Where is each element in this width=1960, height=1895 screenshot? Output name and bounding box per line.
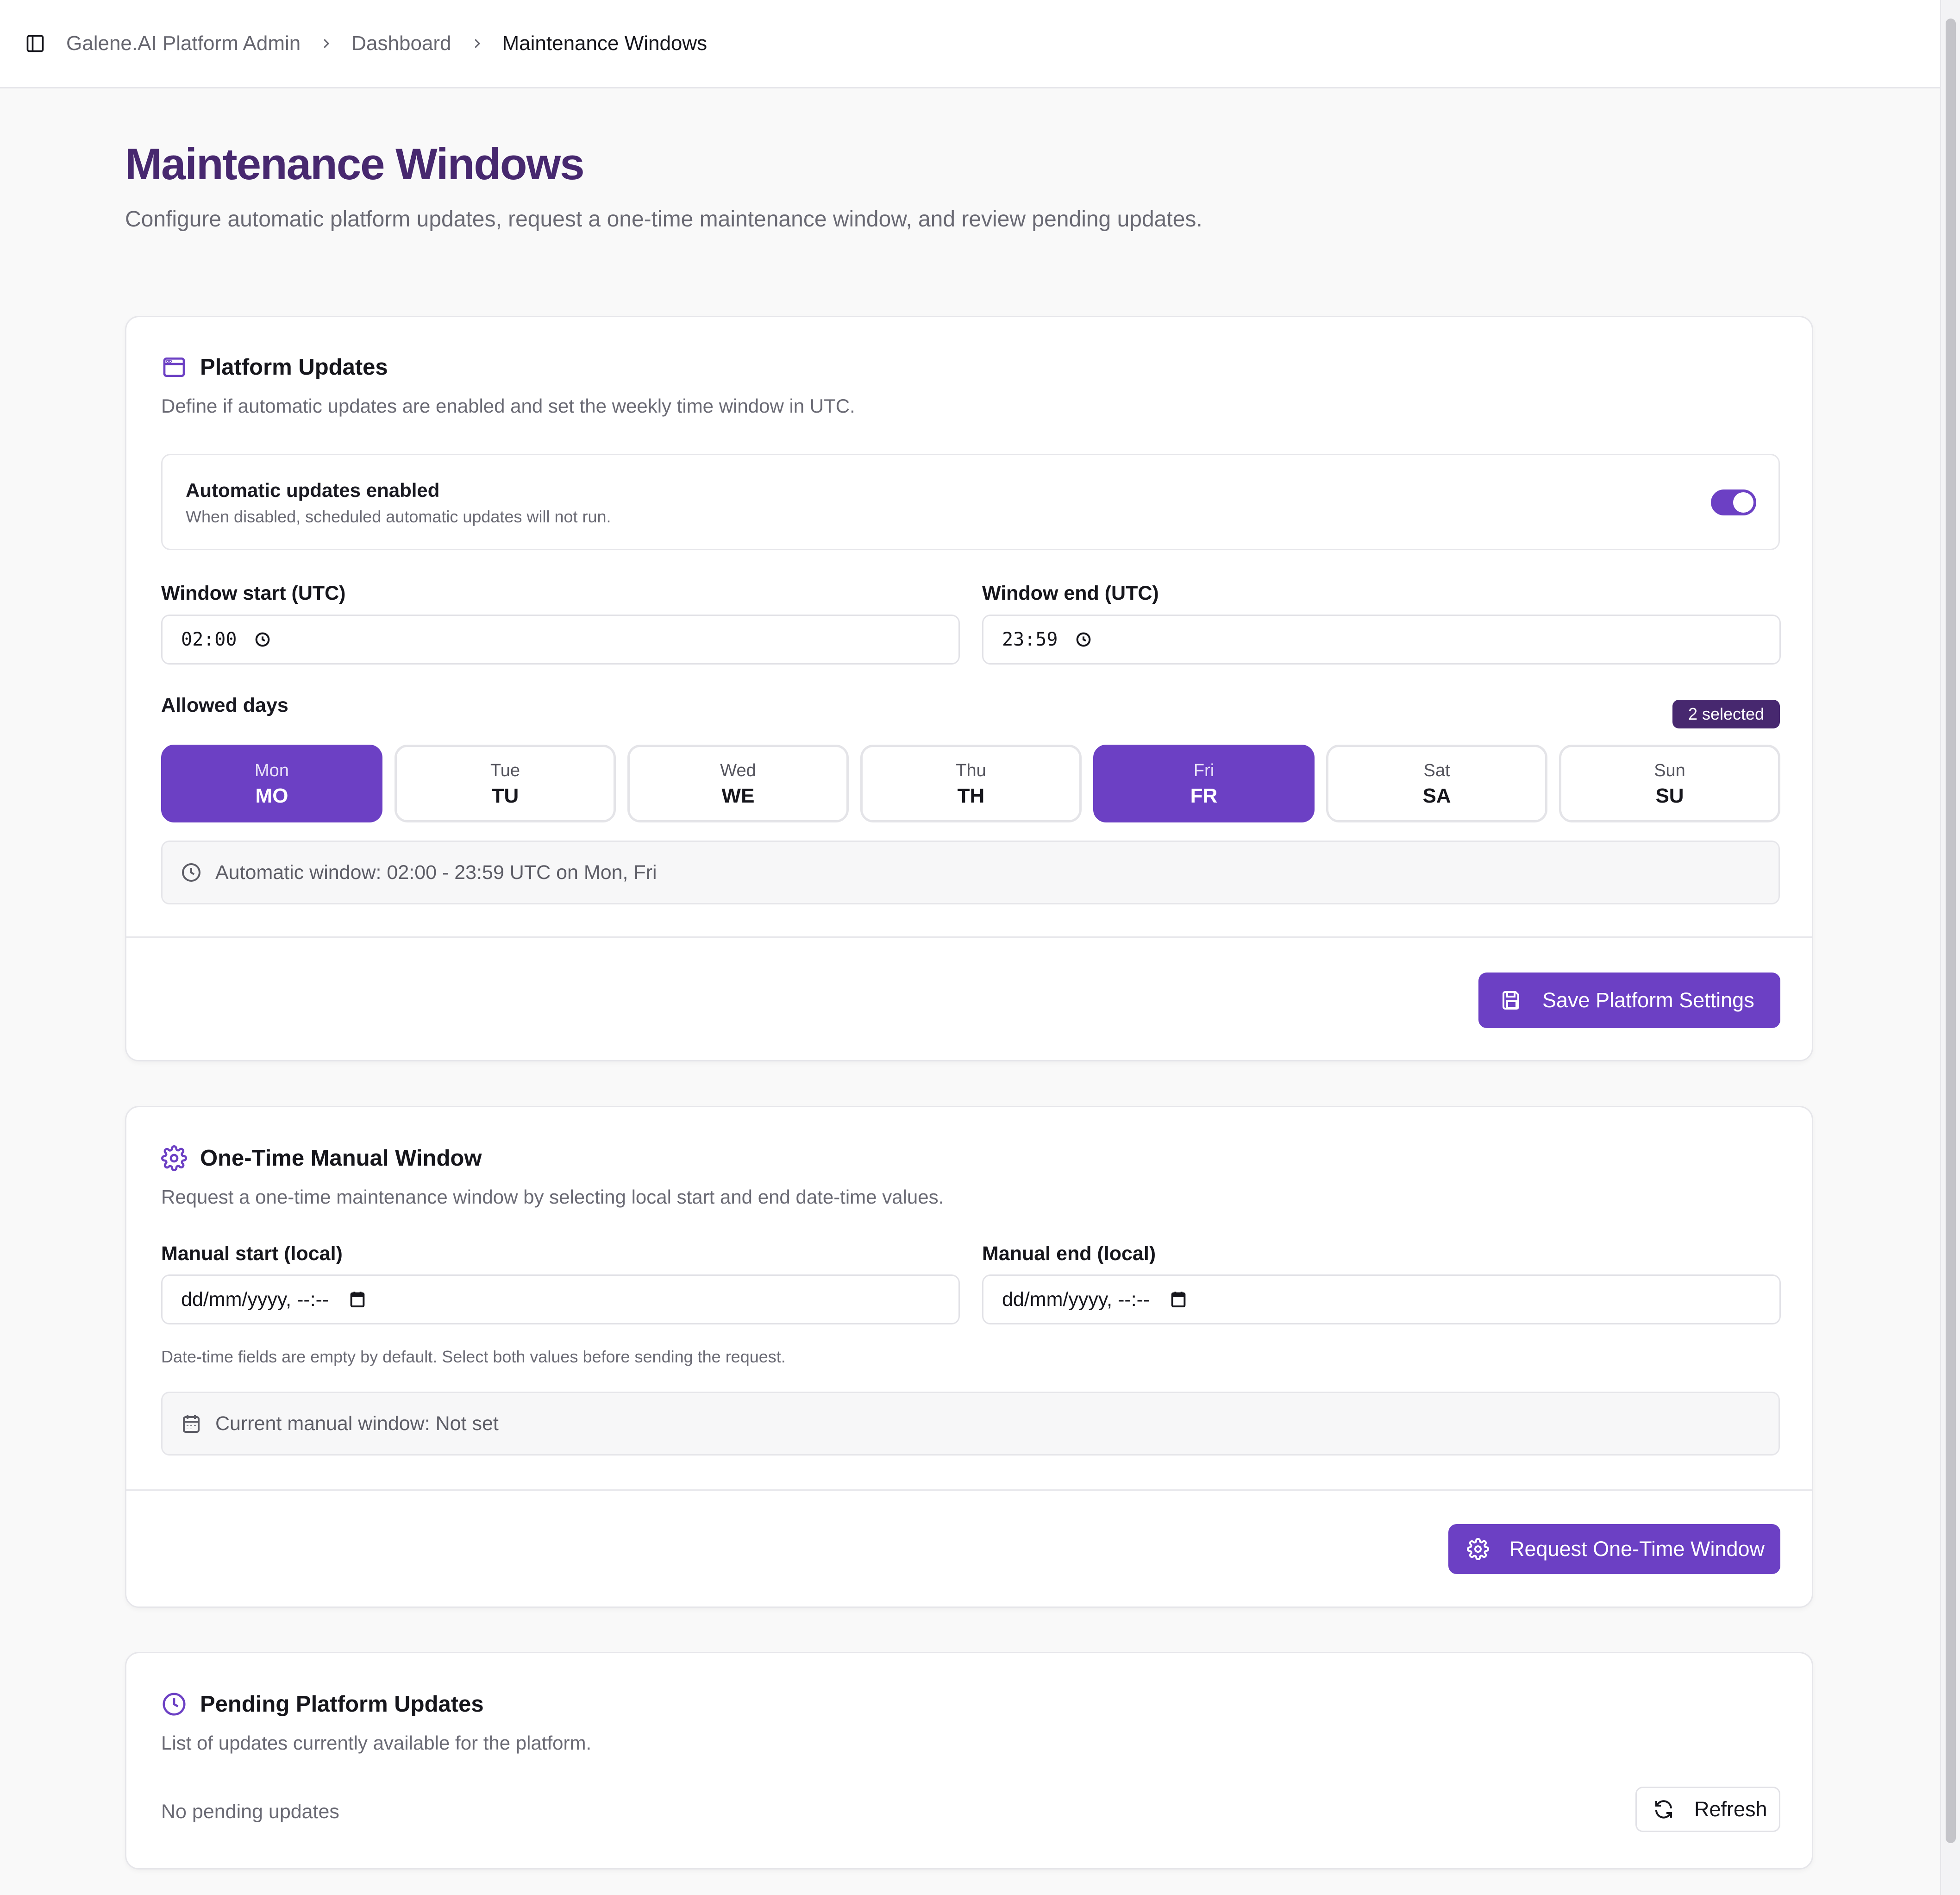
sidebar-toggle-icon[interactable] [25, 33, 45, 54]
day-button-mon[interactable]: Mon MO [161, 745, 382, 822]
clock-icon [180, 861, 202, 884]
auto-updates-subtitle: When disabled, scheduled automatic updat… [186, 507, 611, 526]
day-abbr: SU [1655, 784, 1684, 807]
day-abbr: TU [491, 784, 519, 807]
auto-updates-toggle[interactable] [1711, 489, 1756, 515]
manual-start-input[interactable]: dd/mm/yyyy, --:-- [161, 1274, 960, 1324]
refresh-label: Refresh [1694, 1797, 1767, 1821]
card-divider [126, 936, 1812, 938]
window-start-value: 02:00 [181, 629, 237, 650]
current-manual-window-text: Current manual window: Not set [215, 1412, 499, 1435]
page-title: Maintenance Windows [125, 139, 585, 189]
breadcrumb: Galene.AI Platform Admin Dashboard Maint… [66, 0, 707, 87]
manual-start-label: Manual start (local) [161, 1242, 343, 1265]
card-divider [126, 1489, 1812, 1491]
breadcrumb-item-platform-admin[interactable]: Galene.AI Platform Admin [66, 32, 301, 55]
day-abbr: WE [721, 784, 755, 807]
current-manual-window: Current manual window: Not set [161, 1392, 1780, 1456]
page-scrollbar[interactable] [1940, 0, 1960, 1895]
auto-updates-title: Automatic updates enabled [186, 479, 440, 501]
window-end-label: Window end (UTC) [982, 582, 1159, 604]
day-button-fri[interactable]: Fri FR [1093, 745, 1315, 822]
day-button-sun[interactable]: Sun SU [1559, 745, 1780, 822]
window-start-input[interactable]: 02:00 [161, 615, 960, 665]
day-name: Tue [490, 761, 520, 780]
manual-window-title: One-Time Manual Window [200, 1146, 482, 1171]
window-start-label: Window start (UTC) [161, 582, 346, 604]
day-name: Sat [1423, 761, 1450, 780]
refresh-button[interactable]: Refresh [1635, 1787, 1780, 1832]
pending-updates-title: Pending Platform Updates [200, 1692, 484, 1717]
page-description: Configure automatic platform updates, re… [125, 207, 1202, 232]
day-button-tue[interactable]: Tue TU [395, 745, 616, 822]
day-name: Sun [1654, 761, 1685, 780]
day-abbr: TH [957, 784, 985, 807]
manual-end-input[interactable]: dd/mm/yyyy, --:-- [982, 1274, 1781, 1324]
day-name: Thu [956, 761, 986, 780]
selected-days-badge: 2 selected [1672, 700, 1780, 728]
calendar-icon[interactable] [348, 1290, 367, 1309]
gear-icon [1467, 1538, 1489, 1560]
top-bar: Galene.AI Platform Admin Dashboard Maint… [0, 0, 1940, 88]
pending-updates-description: List of updates currently available for … [161, 1732, 592, 1754]
browser-window-icon [161, 354, 187, 380]
window-end-input[interactable]: 23:59 [982, 615, 1781, 665]
save-platform-settings-label: Save Platform Settings [1542, 988, 1754, 1012]
breadcrumb-item-current: Maintenance Windows [502, 32, 708, 55]
day-abbr: MO [255, 784, 288, 807]
clock-icon[interactable] [1074, 630, 1093, 649]
request-one-time-window-button[interactable]: Request One-Time Window [1448, 1524, 1780, 1574]
window-end-value: 23:59 [1002, 629, 1058, 650]
day-name: Wed [720, 761, 756, 780]
scrollbar-thumb[interactable] [1946, 19, 1956, 1843]
manual-window-description: Request a one-time maintenance window by… [161, 1186, 944, 1208]
calendar-icon[interactable] [1169, 1290, 1188, 1309]
platform-updates-title: Platform Updates [200, 355, 388, 380]
automatic-window-summary: Automatic window: 02:00 - 23:59 UTC on M… [161, 841, 1780, 904]
day-button-wed[interactable]: Wed WE [627, 745, 849, 822]
day-button-sat[interactable]: Sat SA [1326, 745, 1547, 822]
clock-icon [161, 1691, 187, 1717]
day-abbr: SA [1422, 784, 1451, 807]
manual-window-hint: Date-time fields are empty by default. S… [161, 1347, 786, 1366]
calendar-icon [180, 1412, 202, 1435]
toggle-knob [1733, 492, 1753, 513]
pending-updates-empty: No pending updates [161, 1801, 339, 1823]
day-abbr: FR [1190, 784, 1218, 807]
save-icon [1501, 989, 1523, 1011]
chevron-right-icon [319, 37, 333, 50]
refresh-icon [1653, 1798, 1675, 1820]
request-one-time-window-label: Request One-Time Window [1509, 1537, 1765, 1561]
allowed-days-label: Allowed days [161, 694, 288, 716]
manual-window-card: One-Time Manual Window Request a one-tim… [125, 1106, 1813, 1608]
chevron-right-icon [470, 37, 484, 50]
manual-end-label: Manual end (local) [982, 1242, 1156, 1265]
platform-updates-description: Define if automatic updates are enabled … [161, 395, 855, 417]
day-button-thu[interactable]: Thu TH [860, 745, 1082, 822]
breadcrumb-item-dashboard[interactable]: Dashboard [351, 32, 451, 55]
auto-updates-row: Automatic updates enabled When disabled,… [161, 454, 1780, 550]
pending-updates-heading: Pending Platform Updates [161, 1691, 484, 1717]
platform-updates-heading: Platform Updates [161, 354, 388, 380]
platform-updates-card: Platform Updates Define if automatic upd… [125, 316, 1813, 1061]
gear-icon [161, 1145, 187, 1171]
save-platform-settings-button[interactable]: Save Platform Settings [1478, 973, 1780, 1028]
automatic-window-text: Automatic window: 02:00 - 23:59 UTC on M… [215, 861, 657, 884]
day-name: Fri [1193, 761, 1215, 780]
manual-window-heading: One-Time Manual Window [161, 1145, 482, 1171]
manual-end-placeholder: dd/mm/yyyy, --:-- [1002, 1288, 1150, 1311]
manual-start-placeholder: dd/mm/yyyy, --:-- [181, 1288, 329, 1311]
pending-updates-card: Pending Platform Updates List of updates… [125, 1652, 1813, 1870]
clock-icon[interactable] [253, 630, 272, 649]
day-name: Mon [255, 761, 289, 780]
